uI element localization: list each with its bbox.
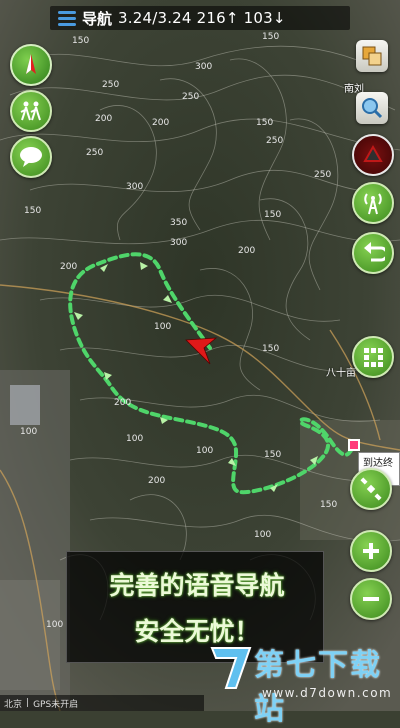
- compass-button[interactable]: [10, 44, 52, 86]
- contour-label: 200: [95, 114, 113, 124]
- zoom-out-icon: [363, 597, 379, 601]
- signal-tower-icon: [364, 193, 382, 215]
- contour-label: 250: [182, 92, 200, 102]
- search-button[interactable]: [356, 92, 388, 124]
- contour-label: 200: [114, 398, 132, 408]
- contour-label: 100: [254, 530, 272, 540]
- contour-label: 200: [238, 246, 256, 256]
- track-button[interactable]: [352, 134, 394, 176]
- zoom-out-button[interactable]: [350, 578, 392, 620]
- satellite-button[interactable]: [350, 468, 392, 510]
- menu-icon[interactable]: [58, 10, 76, 26]
- zoom-in-button[interactable]: [350, 530, 392, 572]
- back-button[interactable]: [352, 232, 394, 274]
- place-label: 八十亩: [326, 368, 356, 379]
- back-arrow-icon: [364, 242, 385, 262]
- contour-label: 300: [170, 238, 188, 248]
- compass-icon: [26, 54, 36, 74]
- site-logo-icon: [210, 647, 252, 689]
- contour-label: 150: [264, 450, 282, 460]
- page-title: 导航: [82, 9, 113, 28]
- site-url: www.d7down.com: [262, 686, 393, 700]
- navigation-header: 导航 3.24/3.24 216↑ 103↓: [50, 6, 350, 30]
- layers-icon: [362, 46, 382, 66]
- contour-label: 250: [102, 80, 120, 90]
- hikers-icon: [20, 101, 41, 121]
- contour-label: 150: [256, 118, 274, 128]
- site-watermark: 第七下载站 www.d7down.com: [206, 634, 400, 727]
- contour-label: 250: [314, 170, 332, 180]
- contour-label: 200: [60, 262, 78, 272]
- zoom-in-icon: [363, 543, 379, 559]
- destination-marker[interactable]: [348, 439, 360, 451]
- contour-label: 150: [264, 210, 282, 220]
- contour-label: 200: [152, 118, 170, 128]
- more-menu-button[interactable]: [352, 336, 394, 378]
- contour-label: 250: [266, 136, 284, 146]
- contour-label: 250: [86, 148, 104, 158]
- satellite-icon: [360, 477, 382, 501]
- contour-label: 350: [170, 218, 188, 228]
- contour-label: 100: [46, 620, 64, 630]
- contour-label: 150: [320, 500, 338, 510]
- contour-label: 150: [72, 36, 90, 46]
- contour-label: 100: [126, 434, 144, 444]
- route-stats: 3.24/3.24 216↑ 103↓: [118, 9, 286, 27]
- site-title: 第七下载站: [254, 648, 382, 727]
- status-bar: 北京 | GPS未开启: [0, 695, 204, 711]
- contour-label: 300: [195, 62, 213, 72]
- layers-button[interactable]: [356, 40, 388, 72]
- contour-label: 100: [196, 446, 214, 456]
- track-icon: [363, 144, 383, 162]
- signal-button[interactable]: [352, 182, 394, 224]
- city-label: 北京: [4, 699, 23, 710]
- contour-label: 200: [148, 476, 166, 486]
- contour-label: 150: [262, 32, 280, 42]
- contour-label: 150: [262, 344, 280, 354]
- chat-button[interactable]: [10, 136, 52, 178]
- contour-label: 300: [126, 182, 144, 192]
- promo-line-1: 完善的语音导航: [109, 571, 285, 600]
- search-icon: [362, 98, 383, 119]
- contour-label: 100: [20, 427, 38, 437]
- contour-label: 150: [24, 206, 42, 216]
- gps-status: GPS未开启: [33, 699, 79, 710]
- contour-label: 100: [154, 322, 172, 332]
- grid-icon: [364, 348, 383, 367]
- chat-bubble-icon: [20, 147, 42, 167]
- divider: |: [26, 698, 30, 708]
- hiking-mode-button[interactable]: [10, 90, 52, 132]
